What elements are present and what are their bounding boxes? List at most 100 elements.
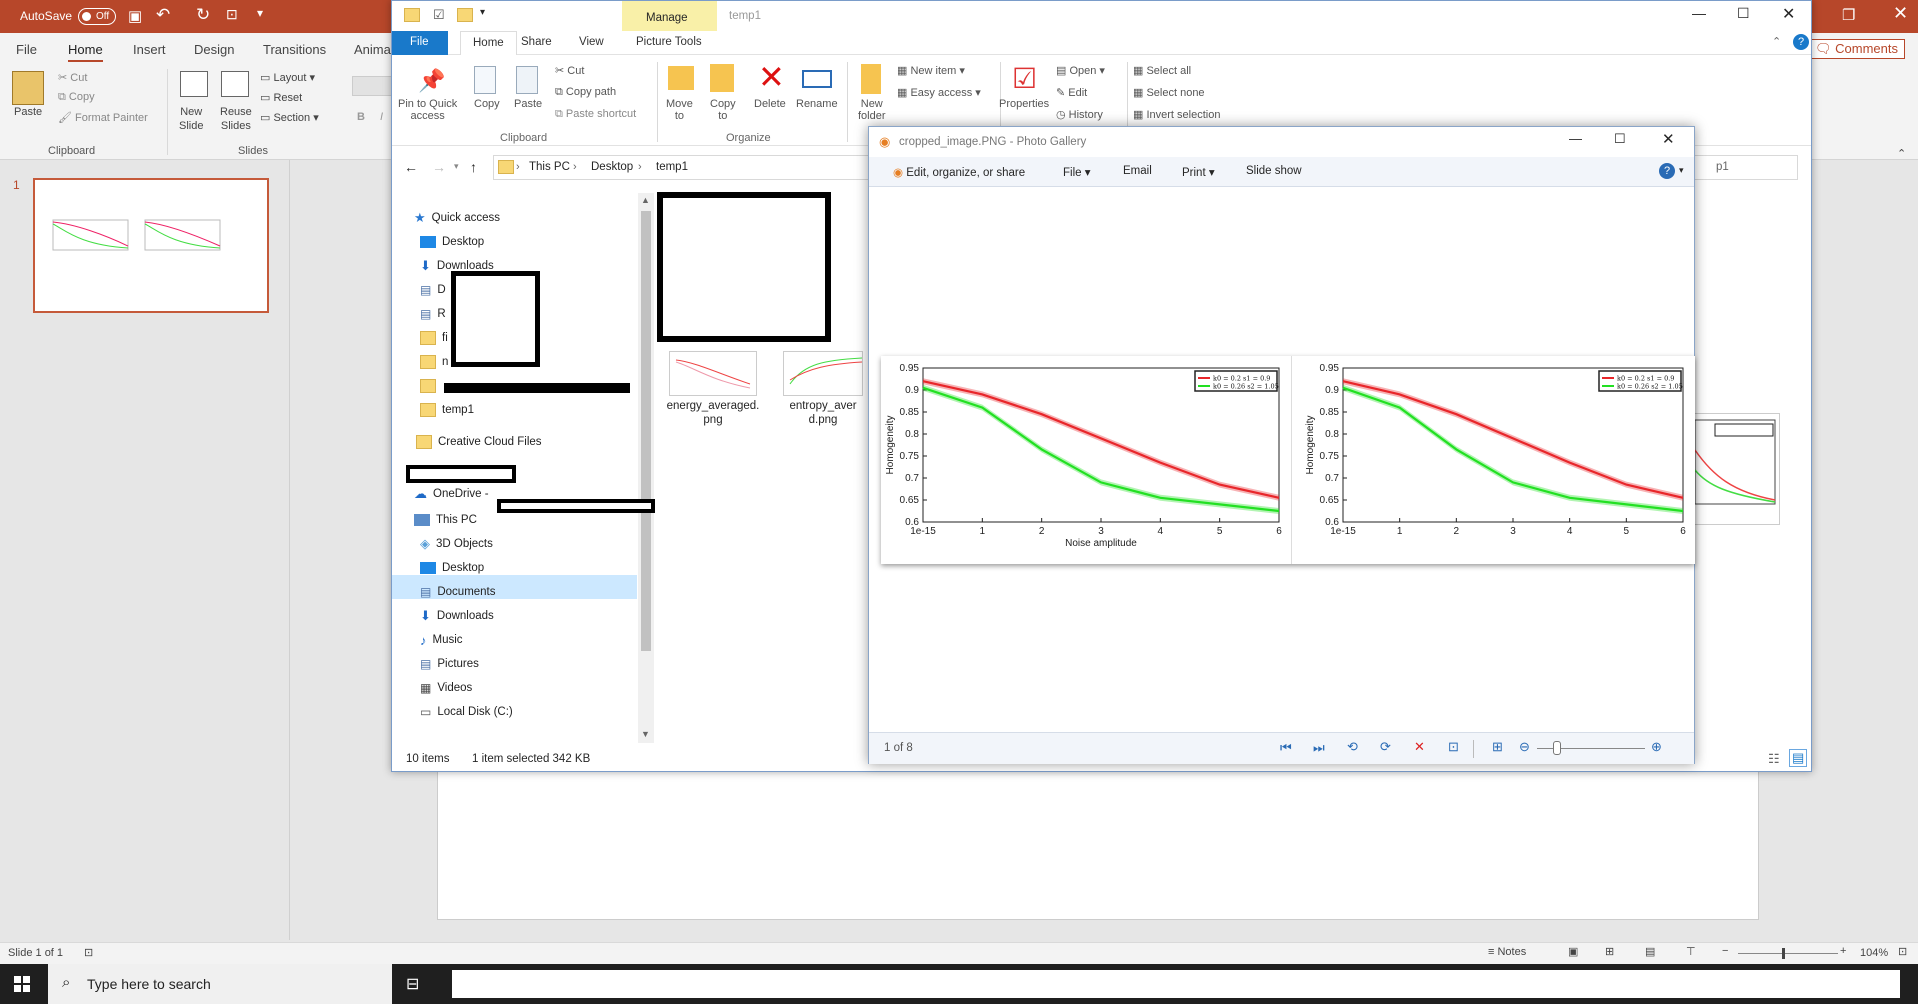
paste-shortcut-button[interactable]: ⧉ Paste shortcut bbox=[555, 108, 636, 121]
slide-thumbnail[interactable] bbox=[33, 178, 269, 313]
rename-label[interactable]: Rename bbox=[796, 98, 838, 110]
tab-share[interactable]: Share bbox=[521, 36, 552, 48]
tab-view[interactable]: View bbox=[579, 36, 604, 48]
tab-home[interactable]: Home bbox=[460, 31, 517, 55]
nav-local-disk[interactable]: ▭ Local Disk (C:) bbox=[420, 701, 513, 723]
breadcrumb-temp1[interactable]: temp1 bbox=[656, 161, 688, 173]
actual-size-icon[interactable]: ⊞ bbox=[1492, 739, 1503, 755]
nav-creative-cloud[interactable]: Creative Cloud Files bbox=[416, 431, 542, 453]
new-folder-label[interactable]: New folder bbox=[858, 98, 886, 122]
reading-view-icon[interactable]: ▤ bbox=[1645, 945, 1655, 958]
tab-file[interactable]: File bbox=[16, 42, 37, 57]
comments-button[interactable]: 🗨 Comments bbox=[1808, 39, 1905, 59]
windows-start-icon[interactable] bbox=[14, 976, 30, 992]
layout-button[interactable]: ▭ Layout ▾ bbox=[260, 71, 315, 84]
minimize-icon[interactable]: — bbox=[1692, 5, 1706, 21]
slide-sorter-icon[interactable]: ⊞ bbox=[1605, 945, 1614, 958]
easy-access-button[interactable]: ▦ Easy access ▾ bbox=[897, 86, 981, 99]
nav-folder-n[interactable]: n bbox=[420, 351, 448, 373]
nav-desktop[interactable]: Desktop bbox=[420, 557, 484, 579]
email-menu[interactable]: Email bbox=[1123, 165, 1152, 177]
scroll-up-icon[interactable]: ▲ bbox=[641, 195, 650, 205]
save-icon[interactable]: ▣ bbox=[128, 7, 142, 25]
help-icon[interactable]: ? bbox=[1793, 34, 1809, 50]
nav-onedrive[interactable]: ☁ OneDrive - bbox=[414, 483, 489, 505]
large-icons-view-icon[interactable]: ▤ bbox=[1789, 749, 1808, 767]
copy-label[interactable]: Copy bbox=[474, 98, 500, 110]
pin-icon[interactable]: 📌 bbox=[418, 68, 445, 94]
open-button[interactable]: ▤ Open ▾ bbox=[1056, 64, 1105, 77]
file-name[interactable]: entropy_aver d.png bbox=[773, 399, 873, 427]
forward-icon[interactable]: → bbox=[432, 159, 446, 175]
properties-label[interactable]: Properties bbox=[999, 98, 1049, 110]
file-thumbnail[interactable] bbox=[783, 351, 863, 396]
pin-quick-access-label[interactable]: Pin to Quick access bbox=[398, 98, 457, 122]
rename-icon[interactable] bbox=[802, 70, 832, 88]
move-to-label[interactable]: Move to bbox=[666, 98, 693, 122]
new-item-button[interactable]: ▦ New item ▾ bbox=[897, 64, 965, 77]
zoom-slider[interactable] bbox=[1738, 953, 1838, 954]
next-icon[interactable]: ⏭ bbox=[1313, 740, 1325, 756]
reuse-slides-icon[interactable] bbox=[221, 71, 249, 97]
previous-icon[interactable]: ⏮ bbox=[1280, 740, 1292, 756]
nav-desktop-pinned[interactable]: Desktop bbox=[420, 231, 484, 253]
tab-transitions[interactable]: Transitions bbox=[263, 42, 326, 57]
delete-icon[interactable]: ✕ bbox=[758, 61, 785, 93]
notes-button[interactable]: ≡ Notes bbox=[1488, 946, 1526, 958]
delete-icon[interactable]: ✕ bbox=[1414, 739, 1425, 755]
tab-insert[interactable]: Insert bbox=[133, 42, 166, 57]
zoom-level[interactable]: 104% bbox=[1860, 947, 1888, 959]
nav-this-pc[interactable]: This PC bbox=[414, 509, 477, 531]
zoom-out-icon[interactable]: ⊖ bbox=[1519, 739, 1530, 755]
paste-label[interactable]: Paste bbox=[514, 98, 542, 110]
nav-folder-redacted[interactable] bbox=[420, 375, 436, 397]
nav-pictures-pinned[interactable]: ▤ R bbox=[420, 303, 446, 325]
file-name[interactable]: energy_averaged. png bbox=[659, 399, 767, 427]
help-icon[interactable]: ? bbox=[1659, 163, 1675, 179]
new-slide-icon[interactable] bbox=[180, 71, 208, 97]
nav-folder-fi[interactable]: fi bbox=[420, 327, 448, 349]
cut-button[interactable]: ✂ Cut bbox=[555, 64, 584, 77]
nav-temp1[interactable]: temp1 bbox=[420, 399, 474, 421]
fit-slide-icon[interactable]: ⊡ bbox=[1898, 945, 1907, 958]
invert-selection-button[interactable]: ▦ Invert selection bbox=[1133, 108, 1220, 121]
tab-home[interactable]: Home bbox=[68, 42, 103, 62]
slide-canvas[interactable] bbox=[437, 760, 1759, 920]
paste-icon[interactable] bbox=[12, 71, 44, 105]
nav-documents[interactable]: ▤ Documents bbox=[420, 581, 496, 603]
rotate-left-icon[interactable]: ⟲ bbox=[1347, 739, 1358, 755]
undo-icon[interactable]: ↶ bbox=[156, 5, 170, 25]
collapse-ribbon-icon[interactable]: ⌃ bbox=[1897, 147, 1906, 160]
redo-icon[interactable]: ↻ bbox=[196, 5, 210, 25]
new-folder-qat-icon[interactable] bbox=[457, 8, 473, 25]
zoom-out-icon[interactable]: − bbox=[1722, 945, 1728, 957]
nav-3d-objects[interactable]: ◈ 3D Objects bbox=[420, 533, 493, 555]
move-to-icon[interactable] bbox=[668, 66, 694, 90]
manage-contextual-tab[interactable]: Manage bbox=[622, 1, 717, 31]
bold-button[interactable]: B bbox=[357, 111, 365, 123]
normal-view-icon[interactable]: ▣ bbox=[1568, 945, 1578, 958]
tab-file[interactable]: File bbox=[392, 31, 448, 55]
zoom-in-icon[interactable]: + bbox=[1840, 945, 1846, 957]
slideshow-view-icon[interactable]: ⊤ bbox=[1686, 945, 1696, 958]
restore-icon[interactable]: ❐ bbox=[1842, 6, 1855, 24]
nav-videos[interactable]: ▦ Videos bbox=[420, 677, 472, 699]
file-thumbnail[interactable] bbox=[669, 351, 757, 396]
minimize-icon[interactable]: — bbox=[1569, 131, 1582, 146]
autosave-toggle[interactable]: Off bbox=[78, 8, 116, 25]
tab-design[interactable]: Design bbox=[194, 42, 234, 57]
ribbon-expand-icon[interactable]: ⌃ bbox=[1772, 35, 1781, 48]
print-menu[interactable]: Print ▾ bbox=[1182, 165, 1215, 179]
paste-label[interactable]: Paste bbox=[14, 106, 42, 118]
maximize-icon[interactable]: ☐ bbox=[1737, 5, 1750, 22]
scroll-down-icon[interactable]: ▼ bbox=[641, 729, 650, 739]
italic-button[interactable]: I bbox=[380, 111, 383, 123]
copy-to-label[interactable]: Copy to bbox=[710, 98, 736, 122]
delete-label[interactable]: Delete bbox=[754, 98, 786, 110]
file-menu[interactable]: File ▾ bbox=[1063, 165, 1091, 179]
properties-qat-icon[interactable]: ☑ bbox=[433, 7, 445, 23]
task-view-icon[interactable]: ⊟ bbox=[406, 974, 419, 994]
paste-icon[interactable] bbox=[516, 66, 538, 94]
recent-dropdown-icon[interactable]: ▾ bbox=[454, 161, 459, 172]
nav-downloads[interactable]: ⬇ Downloads bbox=[420, 605, 494, 627]
